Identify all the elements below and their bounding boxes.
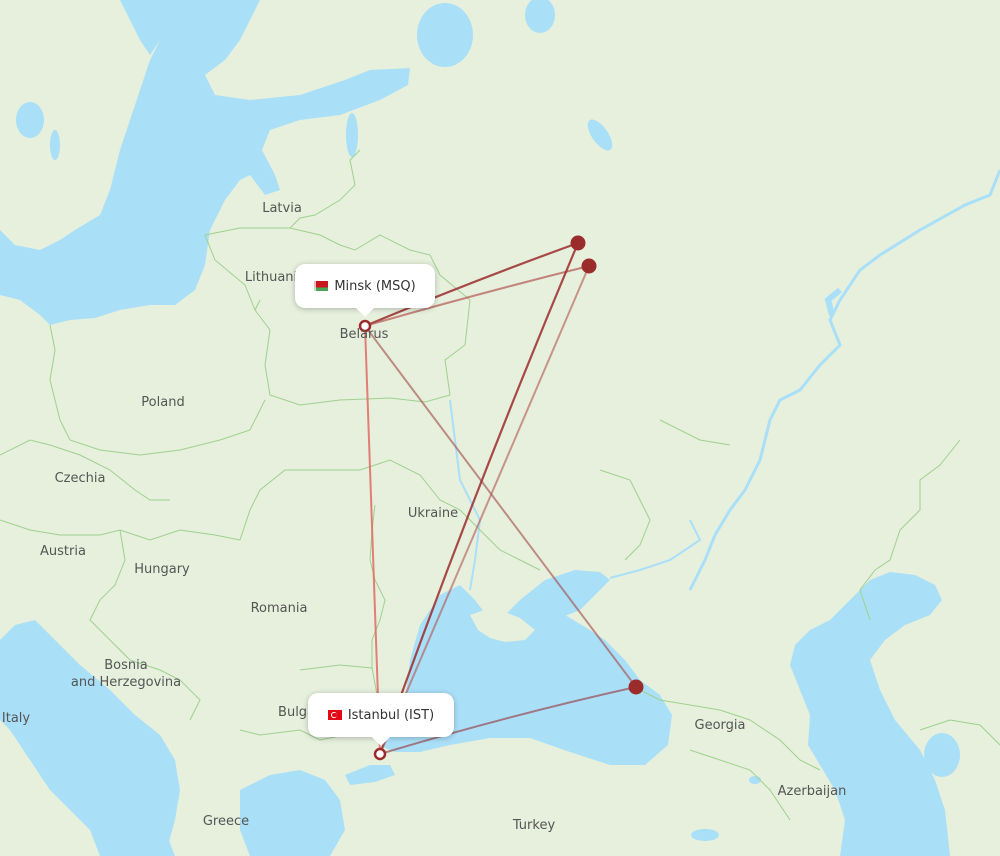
label-belarus: Belarus <box>340 327 389 342</box>
label-georgia: Georgia <box>695 718 746 733</box>
airport-marker-moscow-1[interactable] <box>570 235 586 251</box>
label-turkey: Turkey <box>512 818 556 833</box>
lake-sevan <box>749 776 761 784</box>
label-greece: Greece <box>203 814 249 829</box>
route-map[interactable]: Latvia Lithuania Belarus Poland Czechia … <box>0 0 1000 856</box>
label-czechia: Czechia <box>55 471 106 486</box>
airport-popup-ist-label: Istanbul (IST) <box>347 707 435 723</box>
label-hungary: Hungary <box>134 562 190 577</box>
airport-popup-ist[interactable]: Istanbul (IST) <box>308 693 454 746</box>
lake-tuz <box>691 829 719 841</box>
label-ukraine: Ukraine <box>408 506 458 521</box>
label-herzegovina: and Herzegovina <box>71 675 181 690</box>
airport-marker-moscow-2[interactable] <box>581 258 597 274</box>
label-azerbaijan: Azerbaijan <box>778 784 847 799</box>
lake-vattern <box>50 130 60 160</box>
label-latvia: Latvia <box>262 201 302 216</box>
airport-marker-ist[interactable] <box>373 747 387 761</box>
lake-vanern <box>16 102 44 138</box>
label-bosnia: Bosnia <box>104 658 147 673</box>
label-poland: Poland <box>141 395 184 410</box>
airport-popup-msq-label: Minsk (MSQ) <box>334 278 416 294</box>
label-italy: Italy <box>2 711 31 726</box>
lake-peipus <box>346 113 358 157</box>
turkey-flag-icon <box>327 710 342 720</box>
belarus-flag-icon <box>314 281 329 291</box>
label-austria: Austria <box>40 544 86 559</box>
airport-marker-sochi[interactable] <box>628 679 644 695</box>
kara-bogaz-gol <box>924 733 960 777</box>
airport-popup-msq[interactable]: Minsk (MSQ) <box>295 264 435 317</box>
label-romania: Romania <box>251 601 308 616</box>
lake-ladoga <box>417 3 473 67</box>
